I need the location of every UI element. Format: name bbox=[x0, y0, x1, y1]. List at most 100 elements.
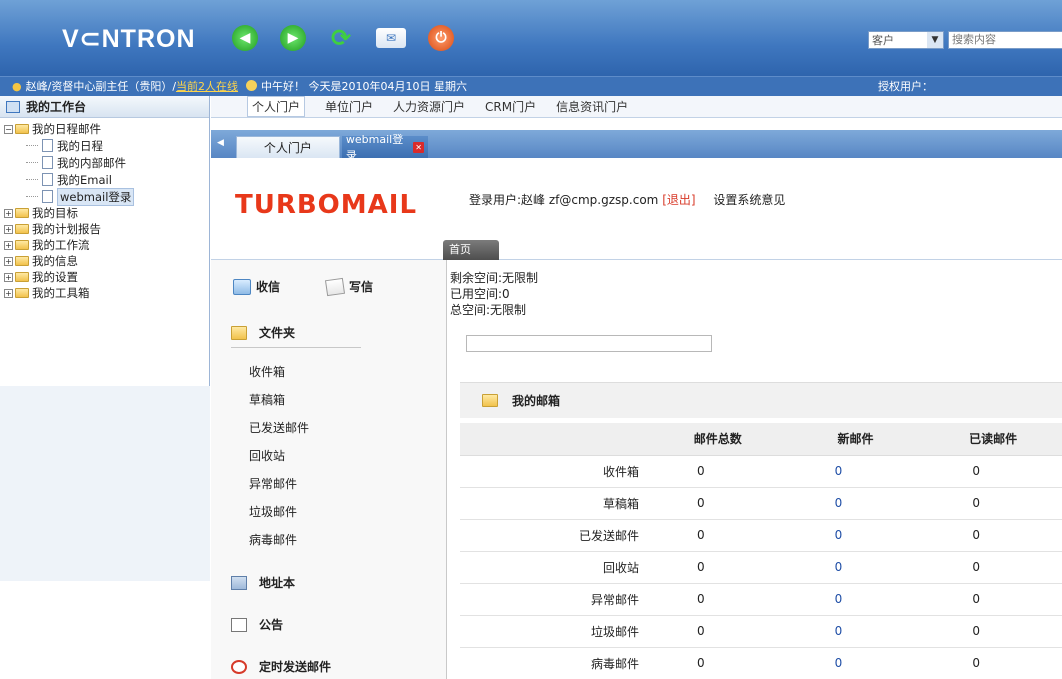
refresh-icon[interactable]: ⟳ bbox=[328, 24, 354, 52]
table-row[interactable]: 异常邮件 0 0 0 bbox=[460, 583, 1062, 616]
tree-child-internal-mail[interactable]: 我的内部邮件 bbox=[4, 154, 209, 171]
table-row[interactable]: 病毒邮件 0 0 0 bbox=[460, 647, 1062, 679]
mailbox-name[interactable]: 回收站 bbox=[460, 551, 649, 584]
inbox-icon bbox=[233, 278, 251, 295]
tree-item-workflow[interactable]: + 我的工作流 bbox=[4, 237, 209, 253]
mail-icon[interactable]: ✉ bbox=[376, 28, 406, 48]
folder-abnormal[interactable]: 异常邮件 bbox=[249, 470, 309, 498]
tab-personal-portal[interactable]: 个人门户 bbox=[247, 96, 306, 117]
mail-actions: 收信 写信 bbox=[233, 277, 373, 296]
new-count[interactable]: 0 bbox=[786, 519, 925, 552]
table-row[interactable]: 垃圾邮件 0 0 0 bbox=[460, 615, 1062, 648]
expand-icon[interactable]: + bbox=[4, 240, 13, 250]
table-header-row: 邮件总数 新邮件 已读邮件 bbox=[460, 423, 1062, 456]
folder-virus[interactable]: 病毒邮件 bbox=[249, 526, 309, 554]
new-count[interactable]: 0 bbox=[786, 551, 925, 584]
table-row[interactable]: 回收站 0 0 0 bbox=[460, 551, 1062, 584]
notice-link[interactable]: 公告 bbox=[231, 616, 283, 633]
expand-icon[interactable]: + bbox=[4, 224, 13, 234]
space-info: 剩余空间:无限制 已用空间:0 总空间:无限制 bbox=[450, 270, 538, 318]
tab-info-portal[interactable]: 信息资讯门户 bbox=[556, 98, 628, 115]
folder-inbox[interactable]: 收件箱 bbox=[249, 358, 309, 386]
total-count: 0 bbox=[648, 519, 787, 552]
address-book-link[interactable]: 地址本 bbox=[231, 574, 295, 591]
login-user: 登录用户:赵峰 bbox=[469, 193, 546, 207]
tab-hr-portal[interactable]: 人力资源门户 bbox=[393, 98, 465, 115]
used-space: 已用空间:0 bbox=[450, 287, 510, 301]
forward-icon[interactable]: ▶ bbox=[280, 25, 306, 51]
new-count[interactable]: 0 bbox=[786, 455, 925, 488]
read-count: 0 bbox=[924, 455, 1062, 488]
settings-link[interactable]: 设置系统意见 bbox=[713, 193, 785, 207]
collapse-icon[interactable]: − bbox=[4, 124, 13, 134]
tree-child-my-schedule[interactable]: 我的日程 bbox=[4, 137, 209, 154]
expand-icon[interactable]: + bbox=[4, 208, 13, 218]
tree-item-label: 我的设置 bbox=[32, 270, 78, 284]
mailbox-title: 我的邮箱 bbox=[512, 394, 561, 408]
back-icon[interactable]: ◀ bbox=[232, 25, 258, 51]
tree-item-plan-report[interactable]: + 我的计划报告 bbox=[4, 221, 209, 237]
write-button[interactable]: 写信 bbox=[324, 277, 373, 296]
mailbox-name[interactable]: 草稿箱 bbox=[460, 487, 649, 520]
window-tab-personal[interactable]: 个人门户 bbox=[235, 136, 340, 158]
folder-trash[interactable]: 回收站 bbox=[249, 442, 309, 470]
online-users-link[interactable]: 当前2人在线 bbox=[176, 80, 238, 93]
chevron-down-icon[interactable]: ▼ bbox=[927, 32, 943, 48]
user-info-line: 登录用户:赵峰 zf@cmp.gzsp.com [退出] 设置系统意见 bbox=[469, 191, 785, 208]
folder-drafts[interactable]: 草稿箱 bbox=[249, 386, 309, 414]
mailbox-name[interactable]: 病毒邮件 bbox=[460, 647, 649, 679]
notice-icon bbox=[231, 617, 247, 632]
power-icon[interactable]: ⏻ bbox=[428, 25, 454, 51]
search-scope-select[interactable]: 客户 ▼ bbox=[868, 31, 944, 49]
logout-link[interactable]: [退出] bbox=[662, 193, 695, 207]
tab-scroll-left-icon[interactable]: ◀ bbox=[217, 138, 224, 148]
new-count[interactable]: 0 bbox=[786, 615, 925, 648]
folder-spam[interactable]: 垃圾邮件 bbox=[249, 498, 309, 526]
turbomail-header: TURBOMAIL 登录用户:赵峰 zf@cmp.gzsp.com [退出] 设… bbox=[211, 158, 1062, 260]
expand-icon[interactable]: + bbox=[4, 272, 13, 282]
table-row[interactable]: 收件箱 0 0 0 bbox=[460, 455, 1062, 488]
total-count: 0 bbox=[648, 551, 787, 584]
tree-item-settings[interactable]: + 我的设置 bbox=[4, 269, 209, 285]
tree-child-label: 我的Email bbox=[57, 172, 112, 187]
compose-icon bbox=[324, 277, 346, 296]
tree-item-info[interactable]: + 我的信息 bbox=[4, 253, 209, 269]
read-count: 0 bbox=[924, 519, 1062, 552]
tree-child-label: webmail登录 bbox=[57, 187, 135, 206]
clock-icon bbox=[246, 80, 258, 91]
mailbox-name[interactable]: 异常邮件 bbox=[460, 583, 649, 616]
close-icon[interactable]: ✕ bbox=[413, 141, 424, 153]
tab-home[interactable]: 首页 bbox=[443, 240, 499, 260]
total-count: 0 bbox=[648, 455, 787, 488]
folder-sent[interactable]: 已发送邮件 bbox=[249, 414, 309, 442]
tab-crm-portal[interactable]: CRM门户 bbox=[485, 98, 536, 115]
tree-item-goals[interactable]: + 我的目标 bbox=[4, 205, 209, 221]
expand-icon[interactable]: + bbox=[4, 288, 13, 298]
folder-icon bbox=[15, 240, 29, 250]
workspace-title[interactable]: 我的工作台 bbox=[0, 96, 209, 118]
search-scope-value: 客户 bbox=[872, 34, 894, 47]
new-count[interactable]: 0 bbox=[786, 487, 925, 520]
mailbox-name[interactable]: 收件箱 bbox=[460, 455, 649, 488]
mailbox-name[interactable]: 已发送邮件 bbox=[460, 519, 649, 552]
table-row[interactable]: 已发送邮件 0 0 0 bbox=[460, 519, 1062, 552]
tree-child-my-email[interactable]: 我的Email bbox=[4, 171, 209, 188]
expand-icon[interactable]: + bbox=[4, 256, 13, 266]
tab-unit-portal[interactable]: 单位门户 bbox=[325, 98, 373, 115]
tree-child-webmail-login[interactable]: webmail登录 bbox=[4, 187, 209, 206]
read-count: 0 bbox=[924, 583, 1062, 616]
tree-item-toolbox[interactable]: + 我的工具箱 bbox=[4, 285, 209, 301]
tree-item-schedule-mail[interactable]: − 我的日程邮件 bbox=[4, 121, 209, 137]
window-tab-webmail[interactable]: webmail登录 ✕ bbox=[341, 133, 428, 162]
new-count[interactable]: 0 bbox=[786, 583, 925, 616]
table-row[interactable]: 草稿箱 0 0 0 bbox=[460, 487, 1062, 520]
mailbox-name[interactable]: 垃圾邮件 bbox=[460, 615, 649, 648]
new-count[interactable]: 0 bbox=[786, 647, 925, 679]
left-nav-background bbox=[0, 386, 210, 581]
receive-button[interactable]: 收信 bbox=[233, 278, 280, 295]
folders-section[interactable]: 文件夹 bbox=[231, 324, 295, 341]
scheduled-send-link[interactable]: 定时发送邮件 bbox=[231, 658, 331, 675]
mail-sidebar: 收信 写信 文件夹 收件箱 草稿箱 已发送邮件 回收站 异常邮件 垃圾邮件 病毒… bbox=[211, 260, 447, 679]
mailbox-table: 邮件总数 新邮件 已读邮件 收件箱 0 0 0 草稿箱 0 0 0 已发送邮件 … bbox=[460, 423, 1062, 679]
search-input[interactable]: 搜索内容 bbox=[948, 31, 1062, 49]
